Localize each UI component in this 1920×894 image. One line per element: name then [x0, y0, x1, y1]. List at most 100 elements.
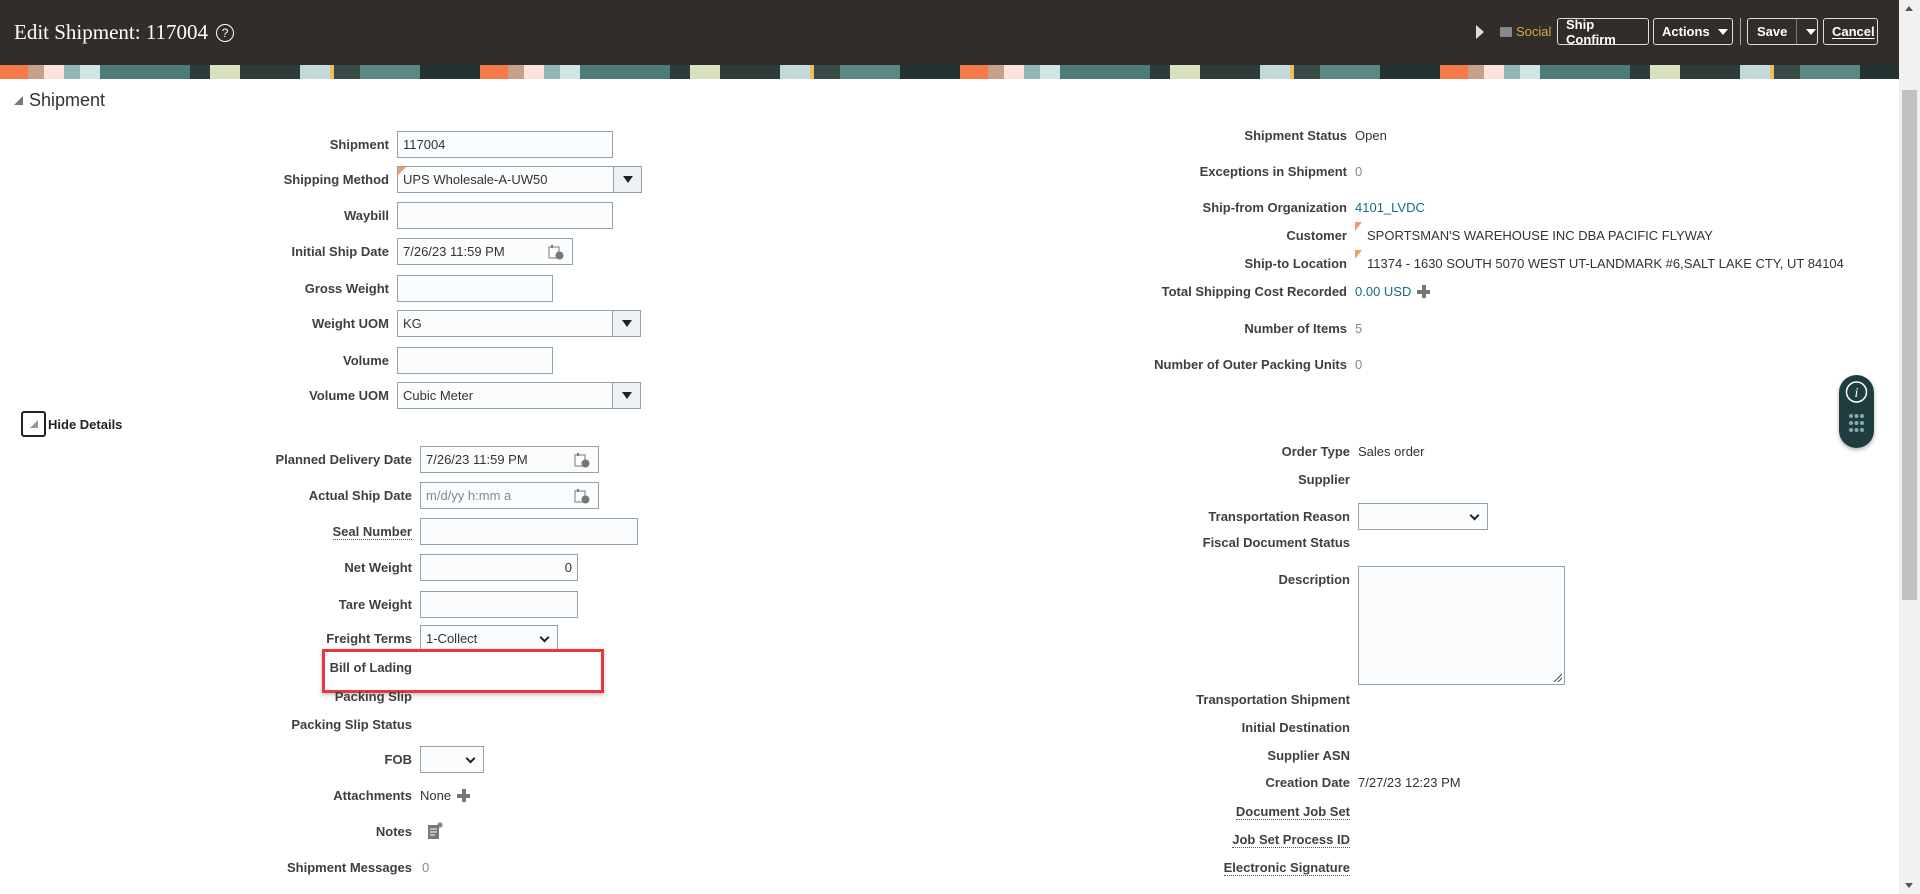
- shipping-method-select[interactable]: UPS Wholesale-A-UW50: [397, 165, 642, 193]
- shipment-status-value: Open: [1355, 127, 1387, 143]
- add-cost-icon[interactable]: [1417, 284, 1431, 298]
- attachments-label: Attachments: [333, 787, 412, 803]
- outer-units-label: Number of Outer Packing Units: [1154, 356, 1347, 372]
- tare-weight-input[interactable]: [420, 590, 578, 618]
- freight-terms-select[interactable]: 1-Collect: [420, 624, 558, 652]
- freight-terms-label: Freight Terms: [326, 630, 412, 646]
- weight-uom-label: Weight UOM: [311, 315, 389, 331]
- info-icon[interactable]: i: [1839, 375, 1874, 448]
- resize-handle-icon[interactable]: [1554, 674, 1562, 682]
- customer-label: Customer: [1286, 227, 1347, 243]
- creation-date-value: 7/27/23 12:23 PM: [1358, 774, 1461, 790]
- ship-to-label: Ship-to Location: [1244, 255, 1347, 271]
- header-banner: [0, 65, 1899, 79]
- total-cost-label: Total Shipping Cost Recorded: [1161, 283, 1347, 299]
- social-label: Social: [1516, 24, 1552, 39]
- volume-uom-select[interactable]: Cubic Meter: [397, 381, 641, 409]
- scrollbar-thumb[interactable]: [1902, 90, 1917, 600]
- notes-icon[interactable]: [427, 822, 443, 840]
- scroll-up-icon[interactable]: [1905, 6, 1913, 11]
- chevron-down-icon: [539, 632, 550, 642]
- notes-label: Notes: [375, 823, 412, 839]
- shipment-messages-value: 0: [422, 859, 430, 875]
- save-button-group[interactable]: Save: [1747, 18, 1818, 45]
- waybill-label: Waybill: [343, 207, 389, 223]
- transportation-shipment-label: Transportation Shipment: [1196, 691, 1350, 707]
- save-menu-button[interactable]: [1805, 28, 1817, 35]
- initial-ship-date-label: Initial Ship Date: [291, 243, 389, 259]
- shipment-value: 117004: [403, 136, 446, 152]
- description-textarea[interactable]: [1358, 566, 1565, 685]
- expand-arrow-icon[interactable]: [1476, 25, 1484, 39]
- hide-details-toggle[interactable]: Hide Details: [21, 410, 122, 438]
- actual-ship-date-label: Actual Ship Date: [308, 487, 412, 503]
- actual-ship-date-input[interactable]: m/d/yy h:mm a: [420, 481, 599, 509]
- dropdown-button[interactable]: [612, 310, 640, 336]
- document-job-set-text: Document Job Set: [1235, 803, 1350, 820]
- document-job-set-label: Document Job Set: [1000, 803, 1358, 820]
- electronic-signature-label: Electronic Signature: [1000, 859, 1358, 876]
- cancel-label: Cancel: [1832, 24, 1875, 39]
- volume-uom-label: Volume UOM: [309, 387, 389, 403]
- title-text: Edit Shipment: 117004: [14, 20, 209, 44]
- exceptions-label: Exceptions in Shipment: [1199, 163, 1347, 179]
- shipment-input[interactable]: 117004: [397, 130, 613, 158]
- gross-weight-input[interactable]: [397, 274, 553, 302]
- supplier-asn-label: Supplier ASN: [1267, 747, 1350, 763]
- packing-slip-label: Packing Slip: [334, 688, 412, 704]
- num-items-value: 5: [1355, 320, 1363, 336]
- exceptions-value: 0: [1355, 163, 1363, 179]
- transportation-reason-label: Transportation Reason: [1208, 508, 1350, 524]
- order-type-value: Sales order: [1358, 443, 1425, 459]
- volume-input[interactable]: [397, 346, 553, 374]
- net-weight-value: 0: [564, 559, 572, 575]
- seal-number-label-text: Seal Number: [332, 523, 412, 540]
- creation-date-label: Creation Date: [1265, 774, 1350, 790]
- collapse-triangle-icon: [14, 96, 23, 105]
- social-chat-icon: [1500, 26, 1512, 37]
- shipment-status-label: Shipment Status: [1244, 127, 1347, 143]
- vertical-scrollbar[interactable]: [1899, 0, 1920, 894]
- initial-ship-date-value: 7/26/23 11:59 PM: [403, 243, 505, 259]
- actions-button[interactable]: Actions: [1653, 18, 1733, 45]
- social-link[interactable]: Social: [1500, 24, 1551, 39]
- job-set-process-id-label: Job Set Process ID: [1000, 831, 1358, 848]
- help-icon[interactable]: ?: [216, 23, 235, 42]
- planned-delivery-date-label: Planned Delivery Date: [275, 451, 412, 467]
- save-button[interactable]: Save: [1748, 19, 1798, 44]
- tare-weight-label: Tare Weight: [338, 596, 412, 612]
- chevron-down-icon: [621, 391, 632, 399]
- chevron-down-icon: [465, 753, 476, 763]
- ship-from-link[interactable]: 4101_LVDC: [1355, 200, 1425, 215]
- calendar-icon[interactable]: [574, 488, 590, 504]
- chevron-down-icon: [1469, 510, 1480, 520]
- initial-ship-date-input[interactable]: 7/26/23 11:59 PM: [397, 237, 573, 265]
- dropdown-button[interactable]: [612, 382, 640, 408]
- net-weight-input[interactable]: 0: [420, 553, 578, 581]
- attachments-value: None: [420, 787, 452, 803]
- packing-slip-status-label: Packing Slip Status: [291, 716, 412, 732]
- scroll-down-icon[interactable]: [1905, 883, 1913, 888]
- supplier-label: Supplier: [1297, 471, 1350, 487]
- waybill-input[interactable]: [397, 201, 613, 229]
- freight-terms-value: 1-Collect: [426, 630, 478, 646]
- shipment-label: Shipment: [329, 136, 389, 152]
- total-cost-value[interactable]: 0.00 USD: [1355, 284, 1411, 299]
- transportation-reason-select[interactable]: [1358, 502, 1488, 530]
- calendar-icon[interactable]: [574, 452, 590, 468]
- page-title: Edit Shipment: 117004?: [14, 20, 235, 45]
- ship-confirm-button[interactable]: Ship Confirm: [1557, 17, 1649, 47]
- fob-select[interactable]: [420, 745, 484, 773]
- floating-help-widget[interactable]: i: [1839, 375, 1874, 448]
- cancel-button[interactable]: Cancel: [1823, 18, 1878, 45]
- seal-number-input[interactable]: [420, 517, 638, 545]
- chevron-down-icon: [1806, 28, 1817, 35]
- dropdown-button[interactable]: [613, 166, 641, 192]
- toolbar-divider: [1740, 18, 1741, 45]
- weight-uom-select[interactable]: KG: [397, 309, 641, 337]
- planned-delivery-date-input[interactable]: 7/26/23 11:59 PM: [420, 445, 599, 473]
- collapse-triangle-icon[interactable]: [21, 411, 46, 437]
- add-attachment-icon[interactable]: [457, 788, 471, 802]
- calendar-icon[interactable]: [548, 244, 564, 260]
- section-shipment-toggle[interactable]: Shipment: [14, 90, 105, 111]
